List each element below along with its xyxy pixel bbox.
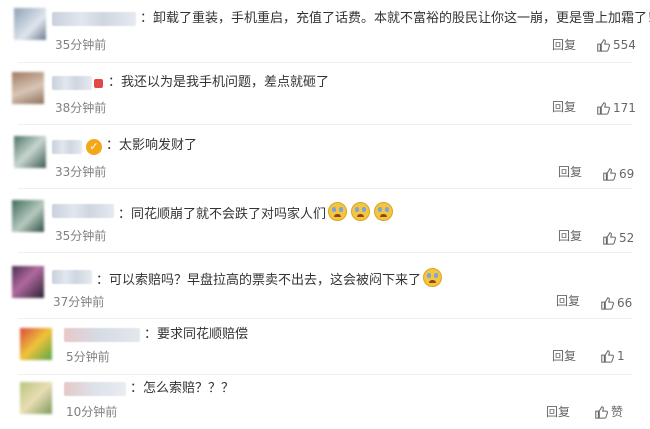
comment-time: 37分钟前 bbox=[53, 295, 105, 309]
comment-text: ：太影响发财了 bbox=[106, 138, 198, 153]
like-count: 69 bbox=[619, 167, 635, 181]
reply-button[interactable]: 回复 bbox=[552, 37, 576, 53]
user-tag-icon bbox=[94, 79, 103, 88]
reply-button[interactable]: 回复 bbox=[552, 348, 576, 364]
like-count: 171 bbox=[613, 101, 636, 115]
avatar[interactable] bbox=[20, 382, 52, 414]
avatar[interactable] bbox=[20, 328, 52, 360]
username-blurred[interactable] bbox=[64, 328, 140, 342]
avatar[interactable] bbox=[14, 8, 46, 40]
like-count: 52 bbox=[619, 231, 635, 245]
thumbs-up-icon bbox=[603, 232, 616, 245]
like-button[interactable]: 171 bbox=[596, 100, 636, 116]
comment-time: 35分钟前 bbox=[55, 229, 107, 243]
like-count: 554 bbox=[613, 38, 636, 52]
comment-text: ：要求同花顺赔偿 bbox=[144, 327, 249, 342]
username-blurred[interactable] bbox=[52, 76, 92, 90]
verified-badge-icon: ✓ bbox=[86, 139, 102, 155]
avatar[interactable] bbox=[12, 72, 44, 104]
thumbs-up-icon bbox=[603, 168, 616, 181]
comment-text-row: ：同花顺崩了就不会跌了对吗家人们 bbox=[118, 202, 395, 224]
comment-text: ：卸载了重装，手机重启，充值了话费。本就不富裕的股民让你这一崩，更是雪上加霜了！ bbox=[140, 11, 650, 26]
thumbs-up-icon bbox=[601, 350, 614, 363]
crying-emoji-icon bbox=[374, 202, 394, 221]
like-button[interactable]: 69 bbox=[602, 166, 634, 182]
comment-item: ：要求同花顺赔偿 5分钟前 回复 1 bbox=[0, 318, 650, 374]
thumbs-up-icon bbox=[601, 297, 614, 310]
comment-time: 33分钟前 bbox=[55, 165, 107, 179]
avatar[interactable] bbox=[12, 266, 44, 298]
like-button[interactable]: 554 bbox=[596, 37, 636, 53]
comment-text: ：我还以为是我手机问题，差点就砸了 bbox=[108, 75, 330, 90]
reply-button[interactable]: 回复 bbox=[556, 293, 580, 309]
like-label: 赞 bbox=[611, 405, 624, 419]
comment-text: ：可以索赔吗？早盘拉高的票卖不出去，这会被闷下来了 bbox=[96, 273, 422, 288]
comment-item: ：怎么索赔？？？ 10分钟前 回复 赞 bbox=[0, 374, 650, 429]
comment-text-row: ：可以索赔吗？早盘拉高的票卖不出去，这会被闷下来了 bbox=[96, 268, 444, 290]
reply-button[interactable]: 回复 bbox=[558, 164, 582, 180]
avatar[interactable] bbox=[14, 136, 46, 168]
comment-item: ：卸载了重装，手机重启，充值了话费。本就不富裕的股民让你这一崩，更是雪上加霜了！… bbox=[0, 0, 650, 62]
avatar[interactable] bbox=[12, 200, 44, 232]
reply-button[interactable]: 回复 bbox=[558, 228, 582, 244]
like-button[interactable]: 52 bbox=[602, 230, 634, 246]
username-blurred[interactable] bbox=[64, 382, 126, 396]
comment-time: 35分钟前 bbox=[55, 38, 107, 52]
like-count: 1 bbox=[617, 349, 625, 363]
comment-item: ：可以索赔吗？早盘拉高的票卖不出去，这会被闷下来了 37分钟前 回复 66 bbox=[0, 252, 650, 316]
comment-text: ：怎么索赔？？？ bbox=[130, 381, 235, 396]
like-button[interactable]: 1 bbox=[600, 348, 625, 364]
thumbs-up-icon bbox=[595, 406, 608, 419]
reply-button[interactable]: 回复 bbox=[546, 404, 570, 420]
comment-time: 10分钟前 bbox=[66, 405, 118, 419]
thumbs-up-icon bbox=[597, 102, 610, 115]
thumbs-up-icon bbox=[597, 39, 610, 52]
like-count: 66 bbox=[617, 296, 633, 310]
comment-time: 5分钟前 bbox=[66, 350, 110, 364]
comment-item: ：同花顺崩了就不会跌了对吗家人们 35分钟前 回复 52 bbox=[0, 188, 650, 252]
like-button[interactable]: 赞 bbox=[594, 404, 623, 420]
comment-item: ✓ ：太影响发财了 33分钟前 回复 69 bbox=[0, 124, 650, 186]
crying-emoji-icon bbox=[423, 268, 443, 287]
like-button[interactable]: 66 bbox=[600, 295, 632, 311]
username-blurred[interactable] bbox=[52, 204, 114, 218]
username-blurred[interactable] bbox=[52, 270, 92, 284]
comment-text: ：同花顺崩了就不会跌了对吗家人们 bbox=[118, 207, 327, 222]
reply-button[interactable]: 回复 bbox=[552, 99, 576, 115]
comment-time: 38分钟前 bbox=[55, 101, 107, 115]
comment-item: ：我还以为是我手机问题，差点就砸了 38分钟前 回复 171 bbox=[0, 62, 650, 124]
crying-emoji-icon bbox=[351, 202, 371, 221]
crying-emoji-icon bbox=[328, 202, 348, 221]
username-blurred[interactable] bbox=[52, 12, 136, 26]
username-blurred[interactable] bbox=[52, 140, 82, 154]
